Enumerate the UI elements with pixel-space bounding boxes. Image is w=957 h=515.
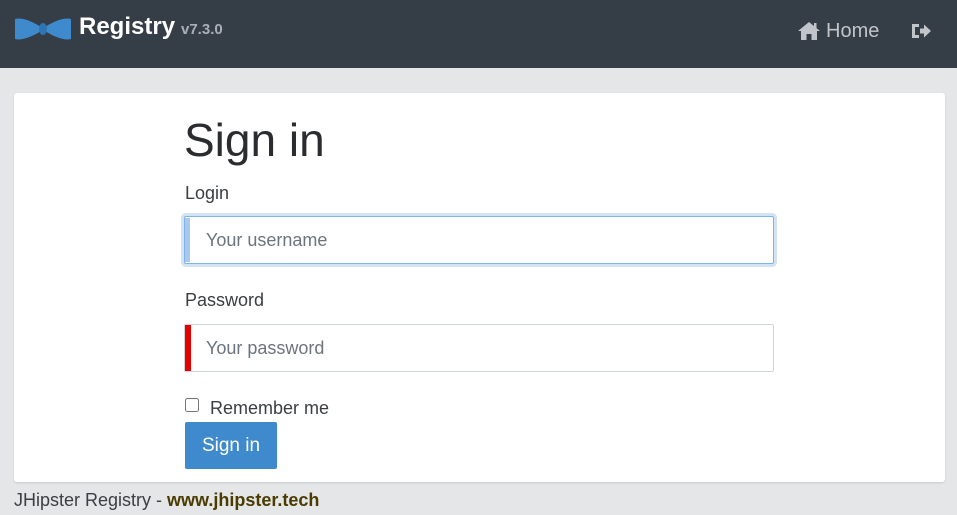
username-input[interactable] (184, 216, 774, 264)
password-input[interactable] (184, 324, 774, 372)
sign-in-button[interactable]: Sign in (185, 422, 277, 469)
logout-icon[interactable] (910, 20, 932, 42)
navbar: Registry v7.3.0 Home (0, 0, 957, 68)
username-input-focus-indicator (185, 218, 190, 262)
remember-me-label[interactable]: Remember me (210, 397, 329, 419)
footer: JHipster Registry - www.jhipster.tech (14, 488, 319, 512)
home-icon (798, 22, 820, 40)
password-label: Password (185, 290, 265, 310)
nav-home-link[interactable]: Home (797, 18, 879, 44)
footer-link[interactable]: www.jhipster.tech (167, 490, 319, 510)
login-label: Login (185, 183, 230, 203)
brand-version: v7.3.0 (181, 21, 223, 38)
brand-title[interactable]: Registry (79, 13, 175, 41)
footer-text: JHipster Registry - (14, 490, 168, 510)
nav-home-label: Home (826, 19, 880, 42)
password-required-indicator (185, 325, 191, 371)
jhipster-logo-icon[interactable] (15, 16, 71, 42)
login-card (14, 93, 945, 482)
page-title: Sign in (184, 114, 325, 166)
remember-me-checkbox[interactable] (185, 398, 199, 412)
